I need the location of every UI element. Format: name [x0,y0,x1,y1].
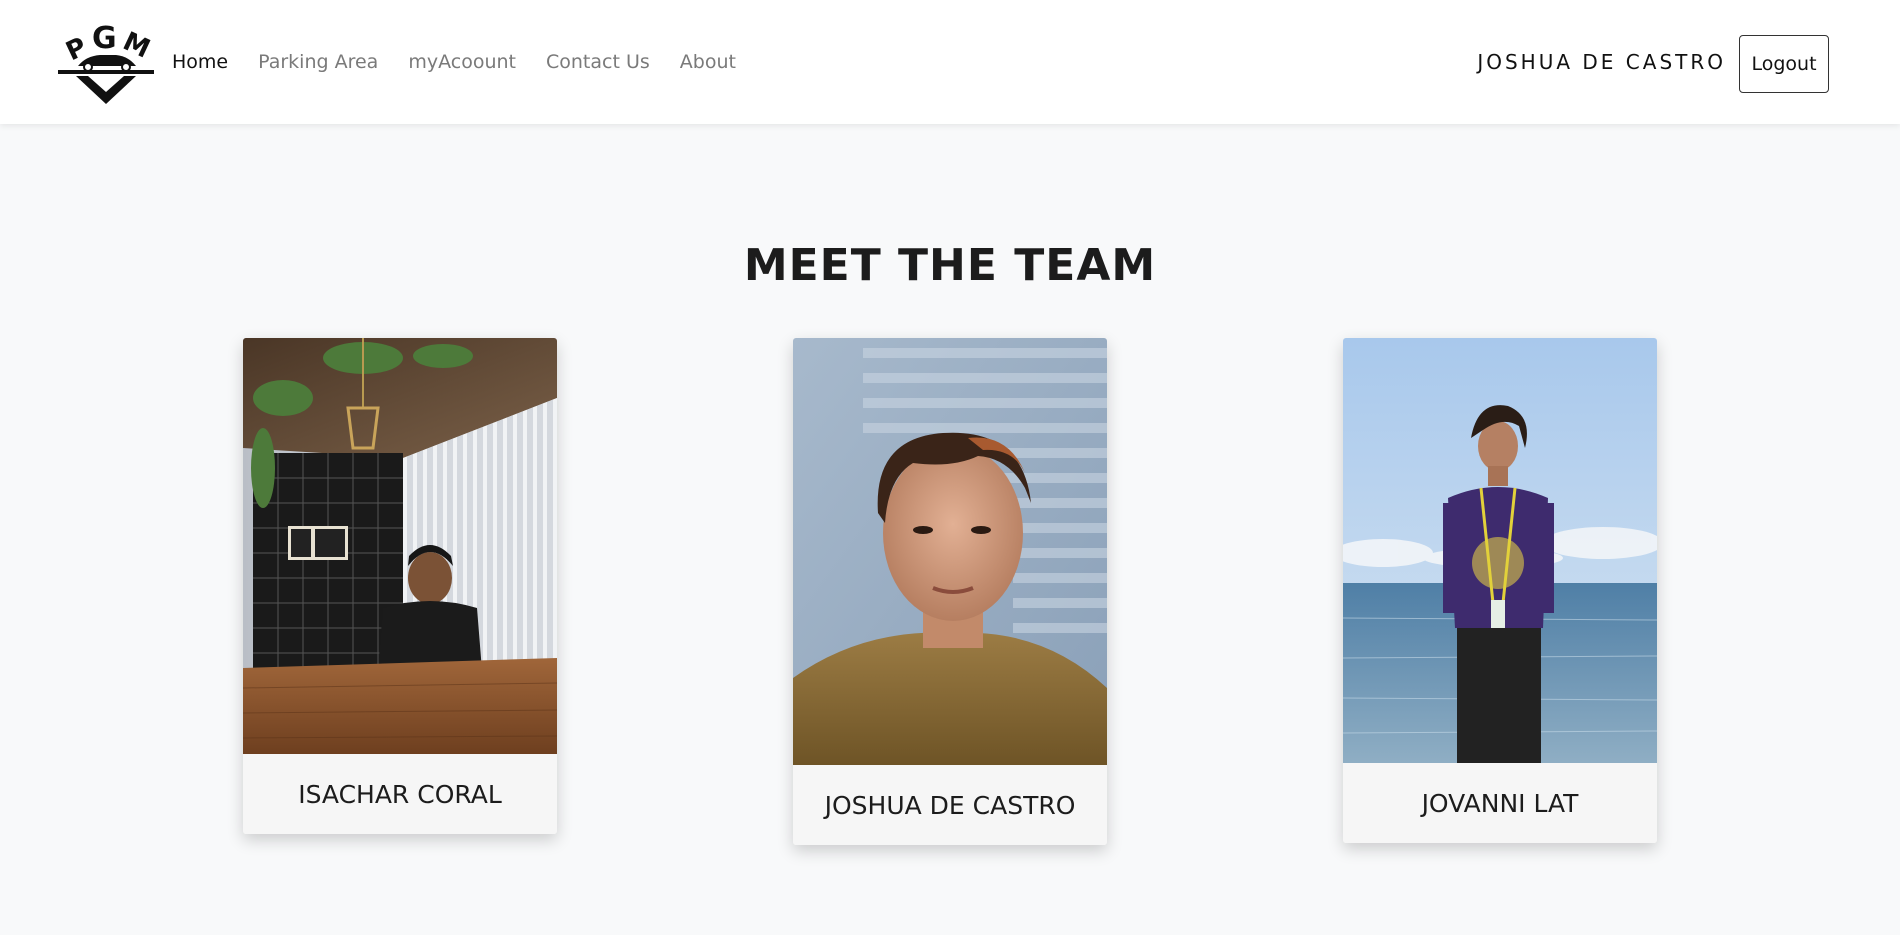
team-member-name: JOSHUA DE CASTRO [793,765,1107,845]
section-title: MEET THE TEAM [743,240,1157,291]
svg-text:G: G [92,21,117,56]
team-member-card: JOVANNI LAT [1343,338,1657,843]
team-member-photo [793,338,1107,765]
nav-link-parking-area[interactable]: Parking Area [243,51,393,73]
team-member-photo [1343,338,1657,763]
logout-button[interactable]: Logout [1739,35,1829,93]
person-photo-icon [793,338,1107,765]
person-photo-icon [1343,338,1657,763]
team-member-card: JOSHUA DE CASTRO [793,338,1107,845]
team-member-card: ISACHAR CORAL [243,338,557,834]
person-photo-icon [243,338,557,754]
nav-link-about[interactable]: About [665,51,751,73]
team-member-photo [243,338,557,754]
nav-links: Home Parking Area myAcoount Contact Us A… [172,0,751,124]
brand-logo[interactable]: P G M [56,20,156,106]
team-member-name: JOVANNI LAT [1343,763,1657,843]
current-user-name: JOSHUA DE CASTRO [1477,50,1726,74]
team-member-name: ISACHAR CORAL [243,754,557,834]
nav-link-contact-us[interactable]: Contact Us [531,51,665,73]
nav-link-my-account[interactable]: myAcoount [393,51,531,73]
nav-link-home[interactable]: Home [172,51,243,73]
logo-icon: P G M [58,21,154,104]
top-navbar: P G M Home Parking Area myAcoount Contac… [0,0,1900,124]
